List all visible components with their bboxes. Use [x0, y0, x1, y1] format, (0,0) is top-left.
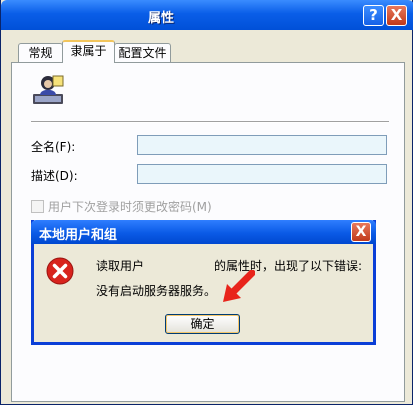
close-button[interactable]: X	[386, 5, 407, 26]
description-label: 描述(D):	[31, 169, 78, 183]
separator	[31, 121, 389, 123]
tab-profile[interactable]: 配置文件	[114, 43, 171, 62]
fullname-label: 全名(F):	[31, 140, 76, 154]
title-bar[interactable]: 属性	[1, 0, 413, 30]
dialog-title-bar[interactable]: 本地用户和组	[31, 220, 376, 244]
error-icon	[46, 257, 74, 285]
user-icon	[33, 75, 64, 104]
tab-general[interactable]: 常规	[18, 43, 63, 62]
change-password-checkbox[interactable]	[31, 200, 44, 213]
window-title: 属性	[147, 11, 174, 26]
change-password-checkbox-row[interactable]: 用户下次登录时须更改密码(M)	[31, 198, 212, 215]
dialog-close-button[interactable]: X	[351, 222, 371, 242]
tab-member-of[interactable]: 隶属于	[62, 40, 115, 63]
fullname-field[interactable]	[137, 135, 387, 155]
dialog-title: 本地用户和组	[39, 228, 118, 243]
description-field[interactable]	[137, 164, 387, 184]
change-password-label: 用户下次登录时须更改密码(M)	[48, 200, 212, 214]
ok-button[interactable]: 确定	[165, 314, 240, 334]
dialog-message-line2: 没有启动服务器服务。	[96, 284, 217, 298]
red-arrow-icon	[223, 270, 255, 302]
properties-window: 属性 ? X 常规 隶属于 配置文件 全名(F): 描述(D): 用户下次登录时…	[0, 0, 413, 405]
dialog-message-part1: 读取用户	[96, 259, 145, 273]
help-button[interactable]: ?	[363, 5, 384, 26]
